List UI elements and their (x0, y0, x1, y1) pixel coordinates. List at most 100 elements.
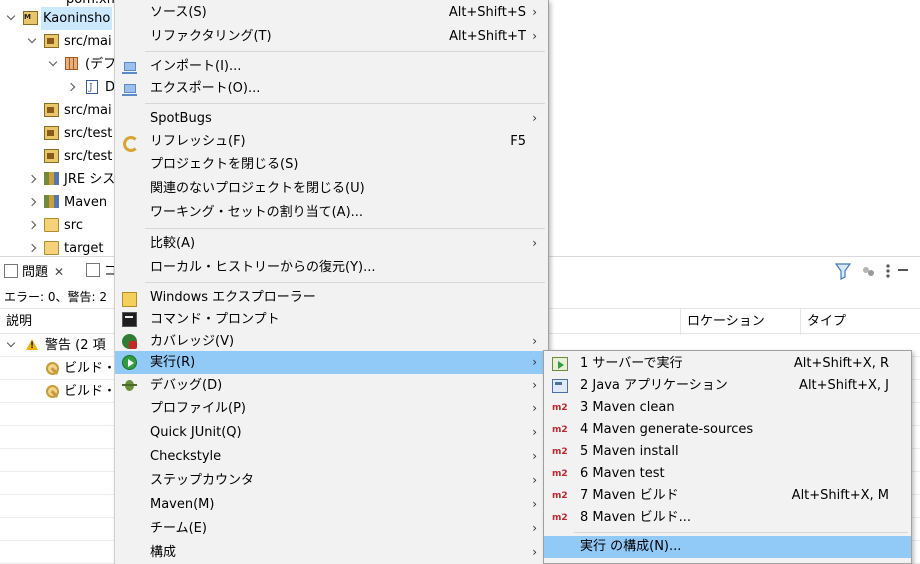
column-header-description[interactable]: 説明 (0, 309, 32, 335)
chevron-right-icon[interactable] (29, 168, 39, 191)
tab-console[interactable]: コ (86, 261, 117, 283)
menu-item-assign-working-set[interactable]: ワーキング・セットの割り当て(A)... (115, 201, 549, 224)
tab-problems[interactable]: 問題 ✕ (4, 261, 64, 283)
source-folder-icon (44, 103, 59, 117)
menu-separator (574, 532, 908, 533)
menu-item-shortcut: F5 (510, 134, 526, 149)
menu-item-command-prompt[interactable]: コマンド・プロンプト (115, 308, 549, 331)
menu-item-label: インポート(I)... (150, 59, 242, 74)
submenu-item-java-application[interactable]: 2 Java アプリケーション Alt+Shift+X, J (544, 375, 911, 397)
submenu-arrow-icon: › (532, 334, 537, 348)
menu-item-close-project[interactable]: プロジェクトを閉じる(S) (115, 153, 549, 176)
context-menu: ソース(S) Alt+Shift+S › リファクタリング(T) Alt+Shi… (114, 0, 549, 564)
menu-item-source[interactable]: ソース(S) Alt+Shift+S › (115, 1, 549, 24)
menu-item-shortcut: Alt+Shift+S (448, 5, 526, 20)
folder-icon (122, 292, 137, 307)
warning-icon (26, 335, 38, 358)
submenu-arrow-icon: › (532, 425, 537, 439)
column-header-location[interactable]: ロケーション (680, 309, 765, 335)
menu-item-label: 比較(A) (150, 236, 196, 251)
java-app-icon (552, 379, 568, 393)
chevron-right-icon[interactable] (29, 214, 39, 237)
export-icon (122, 81, 137, 96)
menu-item-quick-junit[interactable]: Quick JUnit(Q) › (115, 421, 549, 444)
tree-item-label: src (64, 218, 83, 233)
chevron-down-icon[interactable] (27, 30, 37, 53)
tree-item-label: Kaoninsho (41, 7, 113, 30)
menu-item-export[interactable]: エクスポート(O)... (115, 77, 549, 100)
menu-item-coverage[interactable]: カバレッジ(V) › (115, 330, 549, 353)
menu-item-windows-explorer[interactable]: Windows エクスプローラー (115, 286, 549, 309)
submenu-arrow-icon: › (532, 545, 537, 559)
menu-item-label: Quick JUnit(Q) (150, 425, 242, 440)
submenu-arrow-icon: › (532, 5, 537, 19)
submenu-item-maven-test[interactable]: m2 6 Maven test (544, 463, 911, 485)
menu-item-import[interactable]: インポート(I)... (115, 55, 549, 78)
tree-item-label: src/mai (64, 103, 112, 118)
source-folder-icon (44, 34, 59, 48)
submenu-item-shortcut: Alt+Shift+X, J (799, 378, 889, 393)
chevron-down-icon[interactable] (48, 53, 58, 76)
import-icon (122, 59, 137, 74)
menu-item-label: プロジェクトを閉じる(S) (150, 157, 299, 172)
submenu-item-label: 4 Maven generate-sources (580, 422, 754, 437)
submenu-item-shortcut: Alt+Shift+X, M (791, 488, 889, 503)
folder-icon (44, 241, 59, 255)
menu-item-refresh[interactable]: リフレッシュ(F) F5 (115, 130, 549, 153)
menu-item-configure[interactable]: 構成 › (115, 541, 549, 564)
source-folder-icon (44, 149, 59, 163)
menu-item-restore-history[interactable]: ローカル・ヒストリーからの復元(Y)... (115, 256, 549, 279)
group-icon[interactable] (863, 267, 874, 276)
project-icon (23, 6, 38, 29)
maven-icon: m2 (552, 513, 568, 523)
submenu-arrow-icon: › (532, 473, 537, 487)
filter-icon[interactable] (834, 263, 852, 280)
view-menu-icon[interactable] (886, 264, 890, 278)
menu-item-close-unrelated[interactable]: 関連のないプロジェクトを閉じる(U) (115, 177, 549, 200)
warning-group-label: 警告 (2 項 (45, 338, 106, 353)
menu-item-label: プロファイル(P) (150, 401, 246, 416)
submenu-item-maven-clean[interactable]: m2 3 Maven clean (544, 397, 911, 419)
menu-item-label: リファクタリング(T) (150, 29, 272, 44)
column-header-type[interactable]: タイプ (800, 309, 846, 335)
menu-item-compare[interactable]: 比較(A) › (115, 232, 549, 255)
maven-icon: m2 (552, 403, 568, 413)
menu-item-debug[interactable]: デバッグ(D) › (115, 374, 549, 397)
tree-item-label: src/mai (64, 34, 112, 49)
submenu-item-maven-build-dialog[interactable]: m2 8 Maven ビルド... (544, 507, 911, 529)
submenu-item-label: 3 Maven clean (580, 400, 675, 415)
menu-item-spotbugs[interactable]: SpotBugs › (115, 107, 549, 130)
menu-item-maven[interactable]: Maven(M) › (115, 493, 549, 516)
tree-item-label: src/test (64, 126, 113, 141)
menu-item-label: カバレッジ(V) (150, 334, 235, 349)
menu-item-label: ステップカウンタ (150, 473, 255, 488)
menu-item-team[interactable]: チーム(E) › (115, 517, 549, 540)
menu-item-label: ソース(S) (150, 5, 207, 20)
menu-item-step-counter[interactable]: ステップカウンタ › (115, 469, 549, 492)
menu-item-run[interactable]: 実行(R) › (115, 351, 549, 374)
problems-icon (4, 264, 18, 278)
menu-separator (145, 282, 545, 283)
submenu-item-label: 6 Maven test (580, 466, 665, 481)
submenu-item-run-configurations[interactable]: 実行 の構成(N)... (544, 536, 911, 558)
menu-item-refactor[interactable]: リファクタリング(T) Alt+Shift+T › (115, 25, 549, 48)
menu-item-shortcut: Alt+Shift+T (449, 29, 526, 44)
menu-item-profile[interactable]: プロファイル(P) › (115, 397, 549, 420)
menu-separator (145, 51, 545, 52)
submenu-item-maven-install[interactable]: m2 5 Maven install (544, 441, 911, 463)
menu-item-label: ワーキング・セットの割り当て(A)... (150, 205, 364, 220)
submenu-item-label: 1 サーバーで実行 (580, 356, 683, 371)
chevron-down-icon[interactable] (6, 7, 16, 30)
submenu-item-maven-build[interactable]: m2 7 Maven ビルド Alt+Shift+X, M (544, 485, 911, 507)
maven-icon: m2 (552, 491, 568, 501)
chevron-right-icon[interactable] (29, 191, 39, 214)
menu-item-label: チーム(E) (150, 521, 207, 536)
submenu-item-run-on-server[interactable]: 1 サーバーで実行 Alt+Shift+X, R (544, 353, 911, 375)
close-icon[interactable]: ✕ (54, 261, 64, 283)
chevron-right-icon[interactable] (68, 76, 78, 99)
minimize-icon[interactable] (898, 269, 908, 271)
chevron-down-icon[interactable] (6, 334, 16, 357)
menu-item-checkstyle[interactable]: Checkstyle › (115, 445, 549, 468)
server-run-icon (552, 357, 568, 371)
submenu-item-maven-generate-sources[interactable]: m2 4 Maven generate-sources (544, 419, 911, 441)
